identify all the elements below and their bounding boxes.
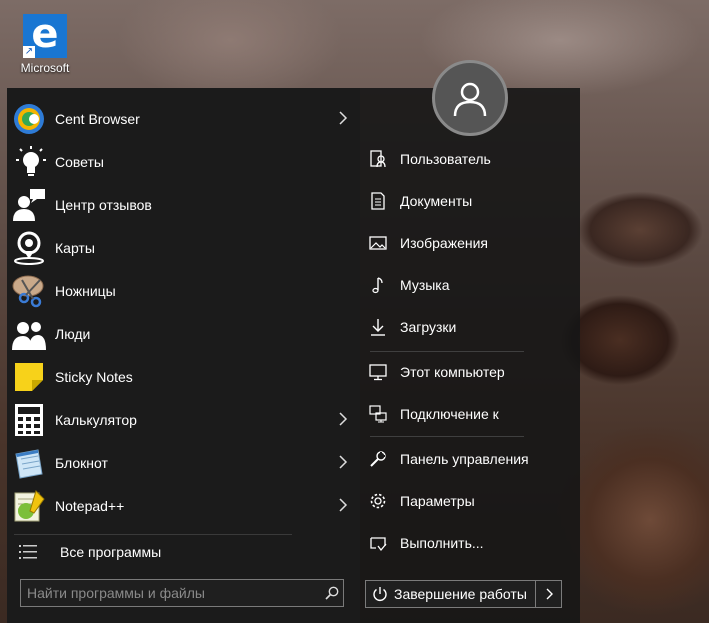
music-icon: [367, 274, 389, 296]
app-item-cent-browser[interactable]: Cent Browser: [7, 97, 360, 140]
user-icon: [453, 82, 487, 117]
maps-icon: [12, 231, 46, 265]
search-icon[interactable]: [321, 582, 343, 604]
search-box[interactable]: [20, 579, 344, 607]
app-item-tips[interactable]: Советы: [7, 140, 360, 183]
notepad-icon: [12, 446, 46, 480]
app-label: Notepad++: [55, 497, 125, 514]
app-item-snipping[interactable]: Ножницы: [7, 269, 360, 312]
shutdown-button[interactable]: Завершение работы: [366, 581, 535, 607]
edge-icon: e ↗: [23, 14, 67, 58]
desktop-shortcut-edge[interactable]: e ↗ Microsoft: [14, 14, 76, 75]
list-icon: [19, 545, 37, 559]
right-item-label: Панель управления: [400, 451, 529, 467]
right-item-label: Пользователь: [400, 151, 491, 167]
all-programs-button[interactable]: Все программы: [7, 532, 360, 572]
user-folder-icon: [367, 148, 389, 170]
connect-icon: [367, 403, 389, 425]
right-item-label: Параметры: [400, 493, 475, 509]
app-label: Ножницы: [55, 282, 116, 299]
lightbulb-icon: [12, 145, 46, 179]
right-item-documents[interactable]: Документы: [367, 181, 567, 221]
notepad-plus-plus-icon: [12, 489, 46, 523]
pictures-icon: [367, 232, 389, 254]
right-item-connect[interactable]: Подключение к: [367, 394, 567, 434]
chevron-right-icon[interactable]: [336, 410, 350, 428]
app-item-notepad-plus-plus[interactable]: Notepad++: [7, 484, 360, 527]
right-item-control-panel[interactable]: Панель управления: [367, 439, 567, 479]
right-item-label: Документы: [400, 193, 473, 209]
app-label: Центр отзывов: [55, 196, 152, 213]
documents-icon: [367, 190, 389, 212]
app-label: Карты: [55, 239, 95, 256]
app-item-sticky-notes[interactable]: Sticky Notes: [7, 355, 360, 398]
app-label: Советы: [55, 153, 104, 170]
feedback-hub-icon: [12, 188, 46, 222]
right-item-run[interactable]: Выполнить...: [367, 523, 567, 563]
sticky-notes-icon: [12, 360, 46, 394]
app-label: Люди: [55, 325, 91, 342]
start-menu-apps-panel: Cent Browser Советы Центр отзывов Карты …: [7, 88, 360, 623]
right-item-label: Загрузки: [400, 319, 457, 335]
right-item-settings[interactable]: Параметры: [367, 481, 567, 521]
right-item-user-folder[interactable]: Пользователь: [367, 139, 567, 179]
right-item-music[interactable]: Музыка: [367, 265, 567, 305]
run-icon: [367, 532, 389, 554]
shortcut-arrow-icon: ↗: [23, 46, 35, 58]
right-item-downloads[interactable]: Загрузки: [367, 307, 567, 347]
start-menu: Cent Browser Советы Центр отзывов Карты …: [7, 60, 580, 623]
app-label: Блокнот: [55, 454, 108, 471]
app-item-people[interactable]: Люди: [7, 312, 360, 355]
app-item-calculator[interactable]: Калькулятор: [7, 398, 360, 441]
people-icon: [12, 317, 46, 351]
downloads-icon: [367, 316, 389, 338]
chevron-right-icon: [546, 588, 553, 600]
right-item-label: Подключение к: [400, 406, 499, 422]
shutdown-control: Завершение работы: [365, 580, 562, 608]
chevron-right-icon[interactable]: [336, 496, 350, 514]
app-item-maps[interactable]: Карты: [7, 226, 360, 269]
scissors-icon: [12, 274, 46, 308]
right-divider: [370, 436, 524, 437]
right-item-label: Изображения: [400, 235, 488, 251]
shutdown-label: Завершение работы: [394, 586, 527, 602]
right-item-pictures[interactable]: Изображения: [367, 223, 567, 263]
cent-browser-icon: [12, 102, 46, 136]
chevron-right-icon[interactable]: [336, 109, 350, 127]
chevron-right-icon[interactable]: [336, 453, 350, 471]
all-programs-label: Все программы: [60, 544, 162, 560]
calculator-icon: [12, 403, 46, 437]
app-label: Калькулятор: [55, 411, 137, 428]
right-item-this-pc[interactable]: Этот компьютер: [367, 352, 567, 392]
control-panel-icon: [367, 448, 389, 470]
right-item-label: Выполнить...: [400, 535, 484, 551]
app-label: Cent Browser: [55, 110, 140, 127]
user-avatar[interactable]: [432, 60, 508, 136]
app-label: Sticky Notes: [55, 368, 133, 385]
app-item-feedback-hub[interactable]: Центр отзывов: [7, 183, 360, 226]
desktop-icon-caption: Microsoft: [20, 61, 70, 75]
app-item-notepad[interactable]: Блокнот: [7, 441, 360, 484]
settings-gear-icon: [367, 490, 389, 512]
power-icon: [373, 587, 387, 601]
search-input[interactable]: [21, 580, 321, 606]
computer-icon: [367, 361, 389, 383]
right-item-label: Этот компьютер: [400, 364, 505, 380]
right-item-label: Музыка: [400, 277, 450, 293]
shutdown-options-button[interactable]: [535, 581, 561, 607]
